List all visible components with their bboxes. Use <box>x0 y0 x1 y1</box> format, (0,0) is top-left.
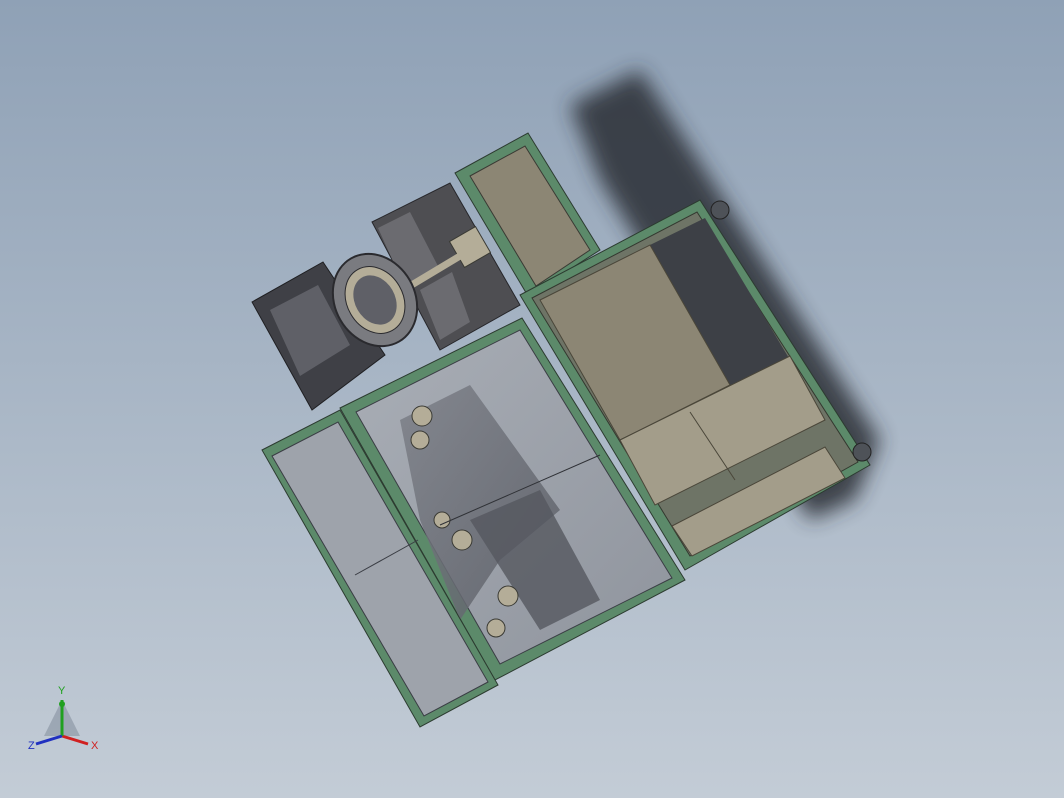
x-axis-label: X <box>91 740 99 752</box>
cad-viewport[interactable]: Y X Z <box>0 0 1064 798</box>
machine-model[interactable] <box>0 0 1064 798</box>
y-axis-label: Y <box>58 685 66 697</box>
caster-wheel <box>852 442 872 462</box>
z-axis-label: Z <box>28 740 35 752</box>
orientation-triad: Y X Z <box>28 685 99 752</box>
z-axis-arrow <box>35 734 63 746</box>
y-axis-tip <box>59 701 65 707</box>
x-axis-arrow <box>61 734 89 746</box>
caster-wheel <box>710 200 730 220</box>
